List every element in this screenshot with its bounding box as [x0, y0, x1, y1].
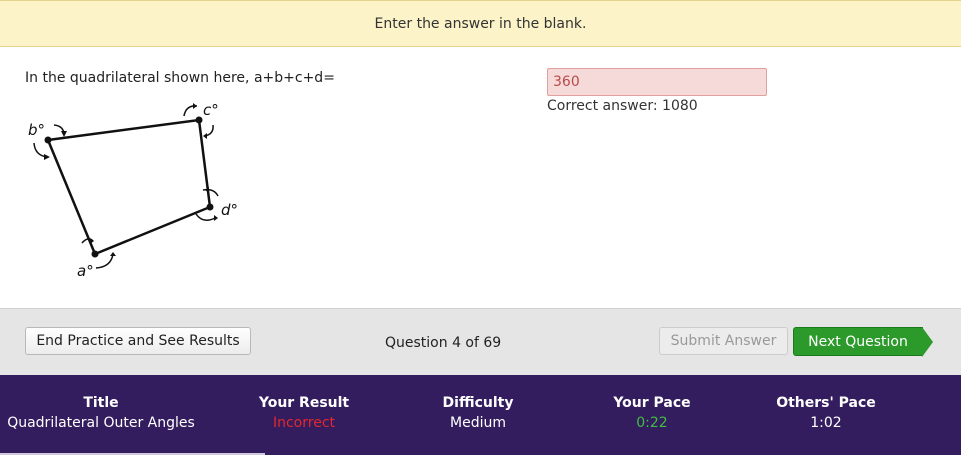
- angle-label-b: b°: [28, 121, 45, 139]
- angle-label-d: d°: [221, 201, 238, 219]
- angle-label-c: c°: [203, 101, 219, 119]
- stat-others-pace-value: 1:02: [810, 415, 842, 431]
- stat-difficulty-value: Medium: [450, 415, 506, 431]
- next-question-button[interactable]: Next Question: [793, 327, 923, 356]
- vertex-a: [91, 250, 99, 258]
- instruction-text: Enter the answer in the blank.: [374, 15, 587, 32]
- question-text: In the quadrilateral shown here, a+b+c+d…: [25, 70, 335, 86]
- stat-difficulty: Difficulty Medium: [398, 395, 558, 431]
- quadrilateral-figure: b° c° d° a°: [28, 101, 238, 280]
- correct-answer-text: Correct answer: 1080: [547, 98, 698, 114]
- stat-result-value: Incorrect: [272, 415, 336, 431]
- stat-others-pace-head: Others' Pace: [776, 395, 876, 411]
- arrow-heads: [44, 103, 218, 256]
- stat-others-pace: Others' Pace 1:02: [746, 395, 906, 431]
- vertex-c: [195, 116, 203, 124]
- controls-bar: End Practice and See Results Question 4 …: [0, 308, 961, 375]
- stat-difficulty-head: Difficulty: [442, 395, 514, 411]
- vertex-b: [44, 136, 52, 144]
- quadrilateral-shape: [46, 118, 212, 256]
- stat-your-pace: Your Pace 0:22: [572, 395, 732, 431]
- instruction-banner: Enter the answer in the blank.: [0, 0, 961, 47]
- stat-title-head: Title: [83, 395, 119, 411]
- stat-your-pace-head: Your Pace: [613, 395, 691, 411]
- answer-input[interactable]: [547, 68, 767, 96]
- stat-result: Your Result Incorrect: [224, 395, 384, 431]
- vertex-d: [206, 203, 214, 211]
- next-arrow-icon[interactable]: [922, 327, 933, 357]
- question-counter: Question 4 of 69: [385, 335, 502, 351]
- stat-result-head: Your Result: [258, 395, 350, 411]
- stat-title-value: Quadrilateral Outer Angles: [7, 415, 195, 431]
- submit-answer-button[interactable]: Submit Answer: [659, 327, 788, 355]
- stat-your-pace-value: 0:22: [636, 415, 668, 431]
- end-practice-button[interactable]: End Practice and See Results: [25, 327, 251, 355]
- angle-label-a: a°: [77, 262, 94, 280]
- stat-title: Title Quadrilateral Outer Angles: [0, 395, 202, 431]
- stats-bar: Title Quadrilateral Outer Angles Your Re…: [0, 375, 961, 455]
